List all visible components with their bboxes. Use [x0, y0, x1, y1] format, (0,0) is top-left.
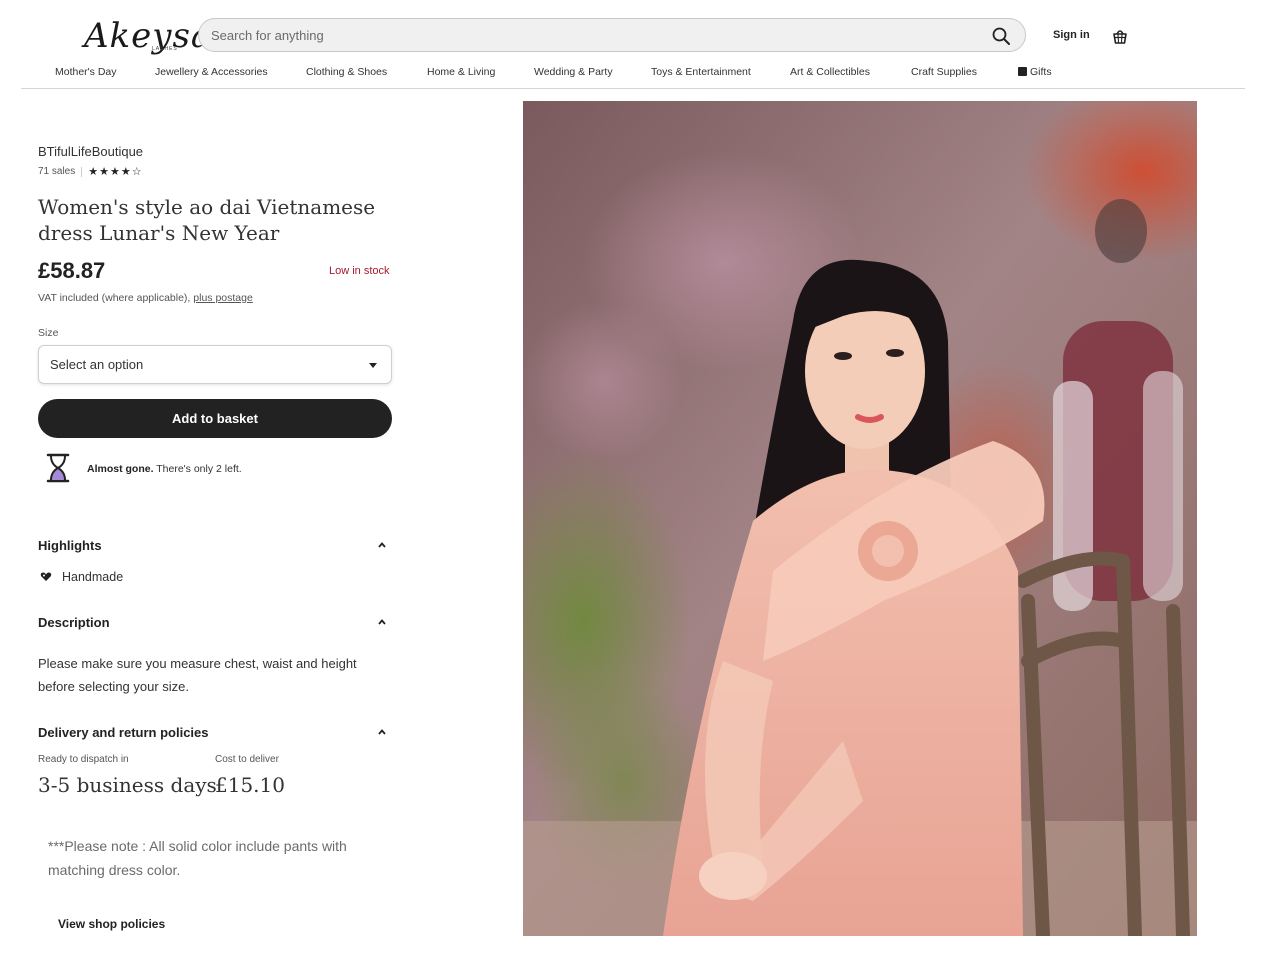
highlights-heading[interactable]: Highlights — [38, 538, 102, 553]
product-price: £58.87 — [38, 258, 106, 283]
description-text: Please make sure you measure chest, wais… — [38, 656, 357, 694]
vat-text: VAT included (where applicable), — [38, 292, 191, 304]
size-label: Size — [38, 327, 59, 339]
sales-count: 71 sales — [38, 166, 76, 177]
product-photo-illustration — [523, 101, 1197, 936]
nav-item-craft[interactable]: Craft Supplies — [911, 66, 977, 78]
shop-logo[interactable]: Akeysa LASHES — [84, 14, 211, 68]
header-divider — [21, 88, 1245, 89]
chevron-up-icon[interactable] — [378, 618, 386, 626]
shop-name-link[interactable]: BTifulLifeBoutique — [38, 144, 143, 159]
stock-status: Low in stock — [329, 265, 390, 277]
nav-item-toys[interactable]: Toys & Entertainment — [651, 66, 751, 78]
dispatch-label: Ready to dispatch in — [38, 754, 129, 765]
chevron-up-icon[interactable] — [378, 541, 386, 549]
chevron-up-icon[interactable] — [378, 728, 386, 736]
nav-item-art[interactable]: Art & Collectibles — [790, 66, 870, 78]
gift-icon — [1018, 67, 1027, 76]
description-heading[interactable]: Description — [38, 615, 110, 630]
delivery-heading[interactable]: Delivery and return policies — [38, 725, 209, 740]
product-image[interactable] — [523, 101, 1197, 936]
search-bar — [198, 18, 1026, 52]
product-title: Women's style ao dai Vietnamese dress Lu… — [38, 195, 376, 245]
almost-gone-bold: Almost gone. — [87, 463, 154, 475]
nav-item-home[interactable]: Home & Living — [427, 66, 495, 78]
rating-stars[interactable]: ★★★★☆ — [88, 165, 142, 178]
sign-in-link[interactable]: Sign in — [1053, 29, 1090, 41]
search-input[interactable] — [211, 19, 971, 51]
meta-separator — [81, 166, 83, 177]
caret-down-icon — [369, 363, 377, 368]
cost-value: £15.10 — [215, 773, 285, 797]
add-to-basket-button[interactable]: Add to basket — [38, 399, 392, 438]
category-nav: Mother's Day Jewellery & Accessories Clo… — [0, 66, 1262, 82]
nav-item-wedding[interactable]: Wedding & Party — [534, 66, 613, 78]
shop-note: ***Please note : All solid color include… — [48, 838, 347, 878]
vat-note: VAT included (where applicable), plus po… — [38, 292, 253, 304]
highlight-handmade: Handmade — [62, 570, 124, 584]
nav-item-gifts[interactable]: Gifts — [1018, 66, 1052, 78]
logo-subtext: LASHES — [152, 46, 178, 52]
size-select-value: Select an option — [50, 357, 144, 372]
cost-label: Cost to deliver — [215, 754, 279, 765]
logo-text: Akeysa — [84, 16, 213, 56]
postage-link[interactable]: plus postage — [193, 292, 253, 304]
size-select[interactable]: Select an option — [38, 345, 392, 384]
view-shop-policies-link[interactable]: View shop policies — [58, 917, 165, 931]
basket-icon[interactable] — [1110, 26, 1130, 46]
handmade-icon — [40, 572, 52, 581]
almost-gone-message: Almost gone. There's only 2 left. — [87, 463, 242, 475]
nav-item-gifts-label: Gifts — [1030, 66, 1052, 78]
shop-meta: 71 sales ★★★★☆ — [38, 165, 143, 178]
dispatch-value: 3-5 business days — [38, 773, 217, 797]
nav-item-jewellery[interactable]: Jewellery & Accessories — [155, 66, 268, 78]
hourglass-icon — [46, 453, 70, 483]
nav-item-clothing[interactable]: Clothing & Shoes — [306, 66, 387, 78]
almost-gone-rest: There's only 2 left. — [153, 463, 242, 475]
nav-item-mothers-day[interactable]: Mother's Day — [55, 66, 117, 78]
search-icon[interactable] — [991, 26, 1011, 46]
